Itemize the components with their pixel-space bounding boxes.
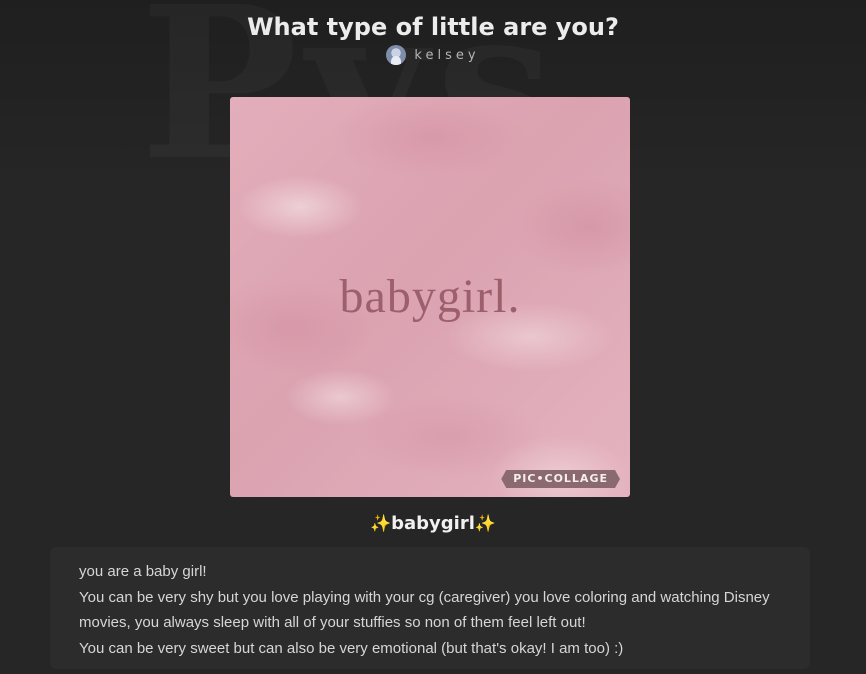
author-link[interactable]: kelsey [386, 45, 479, 65]
description-line: movies, you always sleep with all of you… [79, 614, 586, 631]
sparkles-icon: ✨ [369, 514, 392, 534]
author-name[interactable]: kelsey [414, 48, 479, 63]
quiz-title: What type of little are you? [247, 13, 619, 41]
result-image-text: babygirl. [339, 270, 521, 323]
avatar[interactable] [386, 45, 407, 65]
description-line: you are a baby girl! [79, 563, 207, 580]
result-image: babygirl. PIC•COLLAGE [230, 97, 630, 497]
result-description: you are a baby girl! You can be very shy… [50, 547, 810, 669]
description-line: You can be very sweet but can also be ve… [79, 639, 624, 657]
result-name: babygirl [391, 513, 475, 534]
result-title: ✨babygirl✨ [0, 512, 866, 536]
description-line: You can be very shy but you love playing… [79, 588, 770, 606]
pic-collage-watermark: PIC•COLLAGE [501, 470, 620, 488]
sparkles-icon: ✨ [474, 514, 497, 534]
quiz-header: What type of little are you? kelsey [0, 12, 866, 70]
